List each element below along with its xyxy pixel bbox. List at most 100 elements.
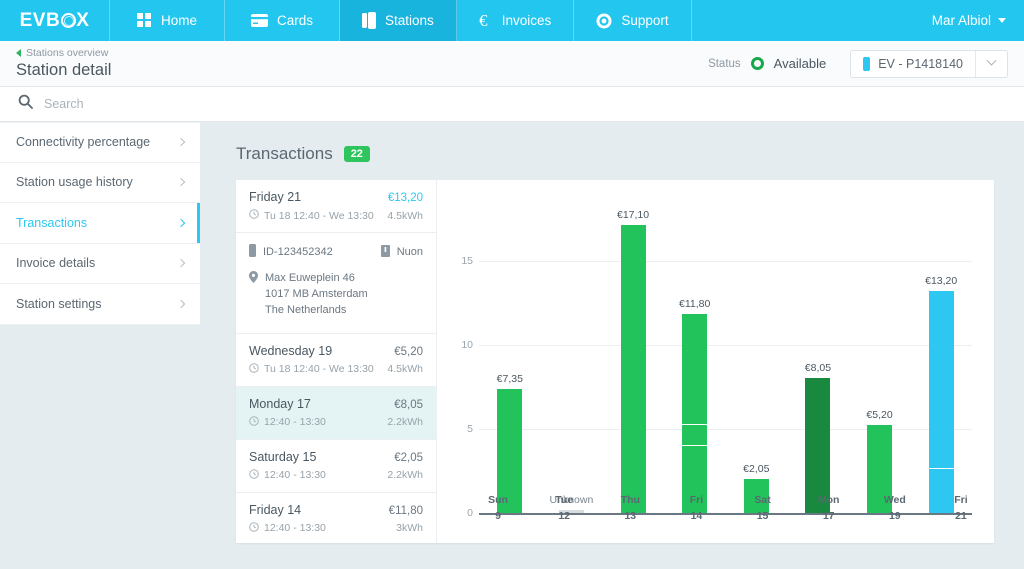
top-navigation-bar: EVB X Home Cards Stations € Invoices Supp… (0, 0, 1024, 41)
clock-icon (249, 363, 259, 376)
chart-y-tick-label: 10 (461, 338, 473, 351)
list-item-row-bottom: Tu 18 12:40 - We 13:30 4.5kWh (249, 209, 423, 222)
station-selector-value-wrap[interactable]: EV - P1418140 (851, 51, 975, 77)
transaction-kwh: 3kWh (396, 522, 423, 535)
transaction-detail-meta: ID-123452342 Nuon (249, 244, 423, 260)
clock-icon (249, 469, 259, 482)
transaction-time: Tu 18 12:40 - We 13:30 (264, 363, 374, 376)
chart-bar-column[interactable]: €7,35 (479, 208, 541, 513)
status-label: Status (708, 57, 741, 70)
chart-bar-column[interactable]: €5,20 (849, 208, 911, 513)
chevron-right-icon (176, 138, 186, 147)
chart-bar-column[interactable]: €2,05 (726, 208, 788, 513)
transaction-time: 12:40 - 13:30 (264, 469, 326, 482)
chart-bar-column[interactable]: €8,05 (787, 208, 849, 513)
chart-x-tick-label: Fri 14 (663, 485, 729, 525)
chart-x-daynum: 14 (690, 510, 703, 523)
chart-x-weekday: Sat (754, 494, 771, 506)
transaction-kwh: 4.5kWh (387, 209, 423, 222)
chart-bar-label: €5,20 (866, 409, 893, 422)
search-input[interactable] (44, 97, 1006, 111)
search-bar (0, 87, 1024, 122)
evbox-logo[interactable]: EVB X (0, 0, 110, 41)
breadcrumb-label: Stations overview (26, 47, 109, 59)
list-item[interactable]: Friday 21 €13,20 Tu 18 12:40 - We 13:30 … (236, 180, 436, 233)
sidebar-item-invoice-details[interactable]: Invoice details (0, 243, 200, 284)
chevron-right-icon (176, 299, 186, 308)
chevron-right-icon (176, 218, 186, 227)
transaction-day: Friday 21 (249, 190, 302, 204)
transactions-list[interactable]: Friday 21 €13,20 Tu 18 12:40 - We 13:30 … (236, 180, 437, 543)
list-item-row-top: Friday 14 €11,80 (249, 503, 423, 517)
chart-x-weekday: Tue (555, 494, 574, 506)
sidebar-item-station-usage-history[interactable]: Station usage history (0, 162, 200, 203)
chart-x-tick-label: Sat 15 (730, 485, 796, 525)
list-item[interactable]: Wednesday 19 €5,20 Tu 18 12:40 - We 13:3… (236, 334, 436, 387)
page-subheader: Stations overview Station detail Status … (0, 41, 1024, 87)
list-item-row-top: Monday 17 €8,05 (249, 397, 423, 411)
transaction-time: 12:40 - 13:30 (264, 522, 326, 535)
location-pin-icon (249, 271, 258, 319)
sidebar-item-transactions[interactable]: Transactions (0, 203, 200, 244)
transaction-provider: Nuon (396, 246, 423, 258)
chart-bar-label: €13,20 (925, 274, 958, 287)
transaction-day: Friday 14 (249, 502, 302, 517)
chart-x-tick-label: Wed 19 (862, 485, 928, 525)
nav-label-cards: Cards (276, 13, 313, 28)
station-selector-toggle[interactable] (975, 50, 1007, 77)
svg-text:€: € (479, 12, 488, 29)
transaction-time: Tu 18 12:40 - We 13:30 (264, 209, 374, 222)
chart-x-weekday: Thu (620, 494, 640, 506)
transaction-kwh: 2.2kWh (387, 469, 423, 482)
transaction-provider-wrap: Nuon (380, 244, 423, 260)
chart-x-weekday: Wed (883, 494, 906, 506)
subheader-right: Status Available EV - P1418140 (708, 41, 1008, 86)
status-indicator-icon (750, 57, 764, 70)
transaction-amount: €5,20 (394, 345, 423, 358)
breadcrumb[interactable]: Stations overview (16, 47, 111, 59)
transaction-time-wrap: Tu 18 12:40 - We 13:30 (249, 363, 374, 376)
transaction-id: ID-123452342 (263, 246, 333, 258)
nav-item-invoices[interactable]: € Invoices (457, 0, 575, 41)
chart-bar-column[interactable]: €11,80 (664, 208, 726, 513)
chart-bar[interactable] (682, 314, 708, 513)
chart-bar[interactable] (928, 290, 954, 513)
nav-item-support[interactable]: Support (574, 0, 692, 41)
transaction-time-wrap: 12:40 - 13:30 (249, 522, 326, 535)
chart-bar-column[interactable]: Unknown (541, 208, 603, 513)
chart-bar-column[interactable]: €13,20 (910, 208, 972, 513)
transaction-address: Max Euweplein 46 1017 MB Amsterdam The N… (265, 271, 368, 319)
transaction-amount: €13,20 (387, 192, 423, 204)
station-selector[interactable]: EV - P1418140 (850, 49, 1008, 78)
list-item[interactable]: Monday 17 €8,05 12:40 - 13:30 2.2kWh (236, 386, 436, 440)
nav-label-invoices: Invoices (501, 13, 552, 28)
chart-x-weekday: Fri (689, 494, 704, 506)
address-line-1: Max Euweplein 46 (265, 272, 355, 284)
sidebar-item-connectivity-percentage[interactable]: Connectivity percentage (0, 122, 200, 163)
list-item-row-top: Saturday 15 €2,05 (249, 450, 423, 464)
chart-bar[interactable] (620, 225, 646, 513)
list-item[interactable]: Saturday 15 €2,05 12:40 - 13:30 2.2kWh (236, 440, 436, 493)
nav-label-home: Home (160, 13, 197, 28)
transaction-time-wrap: 12:40 - 13:30 (249, 416, 326, 429)
transaction-address-wrap: Max Euweplein 46 1017 MB Amsterdam The N… (249, 271, 423, 319)
chart-bar-label: €17,10 (617, 209, 650, 222)
main-content: Transactions 22 Friday 21 €13,20 Tu 18 1… (200, 122, 1024, 569)
user-menu[interactable]: Mar Albiol (914, 0, 1024, 41)
chevron-down-icon (998, 18, 1006, 23)
list-item[interactable]: Friday 14 €11,80 12:40 - 13:30 3kWh (236, 493, 436, 543)
chart-x-weekday: Mon (817, 494, 840, 506)
sidebar-item-station-settings[interactable]: Station settings (0, 284, 200, 325)
list-item-row-top: Friday 21 €13,20 (249, 190, 423, 204)
nav-item-cards[interactable]: Cards (225, 0, 340, 41)
list-item-row-bottom: 12:40 - 13:30 2.2kWh (249, 416, 423, 429)
nav-item-stations[interactable]: Stations (340, 0, 457, 41)
page-title: Station detail (16, 61, 112, 79)
nav-item-home[interactable]: Home (110, 0, 225, 41)
chart-bars: €7,35 Unknown €17,10 €11,80 €2,05 €8,05 €5,20 €… (479, 208, 972, 513)
building-icon (380, 244, 390, 260)
chart-bar-column[interactable]: €17,10 (602, 208, 664, 513)
euro-icon: € (479, 12, 493, 29)
clock-icon (249, 416, 259, 429)
